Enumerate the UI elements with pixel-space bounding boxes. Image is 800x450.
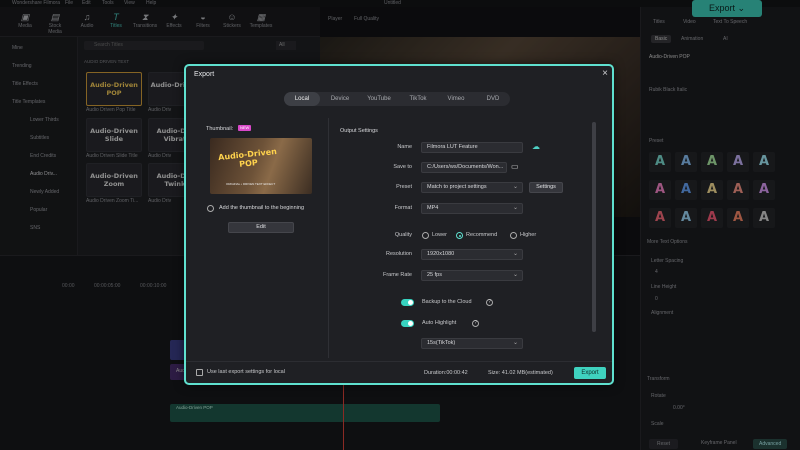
edit-button[interactable]: Edit bbox=[228, 222, 294, 233]
backup-cloud-label: Backup to the Cloud bbox=[422, 299, 472, 305]
tab-youtube[interactable]: YouTube bbox=[360, 92, 398, 106]
chevron-down-icon: ⌄ bbox=[512, 272, 518, 278]
quality-recommend-radio[interactable] bbox=[456, 232, 463, 239]
export-dialog: Export × Local Device YouTube TikTok Vim… bbox=[184, 64, 614, 385]
quality-higher-label: Higher bbox=[520, 232, 537, 238]
chevron-down-icon: ⌄ bbox=[512, 340, 518, 346]
backup-cloud-toggle[interactable] bbox=[401, 299, 414, 306]
format-label: Format bbox=[394, 205, 412, 211]
duration-text: Duration:00:00:42 bbox=[424, 370, 468, 376]
thumbnail-title: Audio-Driven POP bbox=[217, 146, 278, 169]
name-input[interactable]: Filmora LUT Feature bbox=[421, 142, 523, 153]
frame-rate-dropdown[interactable]: 25 fps ⌄ bbox=[421, 270, 523, 281]
thumbnail-subtitle: ORIGINAL • DRIVEN TEXT EFFECT bbox=[226, 182, 276, 186]
resolution-label: Resolution bbox=[386, 251, 412, 257]
help-icon[interactable]: ? bbox=[472, 320, 479, 327]
cloud-icon[interactable]: ☁ bbox=[532, 142, 540, 151]
auto-highlight-label: Auto Highlight bbox=[422, 320, 457, 326]
add-thumbnail-label: Add the thumbnail to the beginning bbox=[219, 205, 305, 211]
quality-label: Quality bbox=[394, 232, 412, 238]
name-label: Name bbox=[397, 144, 412, 150]
export-tabs: Local Device YouTube TikTok Vimeo DVD bbox=[284, 92, 510, 106]
tab-dvd[interactable]: DVD bbox=[476, 92, 510, 106]
quality-higher-radio[interactable] bbox=[510, 232, 517, 239]
resolution-dropdown[interactable]: 1920x1080 ⌄ bbox=[421, 249, 523, 260]
export-button[interactable]: Export bbox=[574, 367, 606, 379]
thumbnail-image[interactable]: Audio-Driven POP ORIGINAL • DRIVEN TEXT … bbox=[210, 138, 312, 194]
tab-vimeo[interactable]: Vimeo bbox=[438, 92, 474, 106]
settings-scrollbar[interactable] bbox=[592, 122, 596, 332]
add-thumbnail-radio[interactable] bbox=[207, 205, 214, 212]
size-text: Size: 41.02 MB(estimated) bbox=[488, 370, 553, 376]
pane-divider bbox=[328, 118, 329, 358]
tab-device[interactable]: Device bbox=[322, 92, 358, 106]
chevron-down-icon: ⌄ bbox=[512, 205, 518, 211]
output-settings-heading: Output Settings bbox=[340, 128, 378, 134]
auto-highlight-toggle[interactable] bbox=[401, 320, 414, 327]
new-badge: NEW bbox=[238, 125, 252, 131]
format-dropdown[interactable]: MP4 ⌄ bbox=[421, 203, 523, 214]
preset-label: Preset bbox=[396, 184, 412, 190]
frame-rate-label: Frame Rate bbox=[382, 272, 412, 278]
use-last-settings-label: Use last export settings for local bbox=[207, 369, 285, 375]
quality-lower-radio[interactable] bbox=[422, 232, 429, 239]
settings-button[interactable]: Settings bbox=[529, 182, 563, 193]
quality-recommend-label: Recommend bbox=[466, 232, 498, 238]
preset-dropdown[interactable]: Match to project settings ⌄ bbox=[421, 182, 523, 193]
save-to-label: Save to bbox=[393, 164, 412, 170]
thumbnail-label: Thumbnail: bbox=[206, 126, 234, 132]
use-last-settings-checkbox[interactable] bbox=[196, 369, 203, 376]
chevron-down-icon: ⌄ bbox=[512, 184, 518, 190]
tab-local[interactable]: Local bbox=[284, 92, 320, 106]
chevron-down-icon: ⌄ bbox=[512, 251, 518, 257]
dialog-title: Export bbox=[194, 71, 215, 78]
folder-icon[interactable]: ▭ bbox=[511, 162, 519, 171]
save-to-input[interactable]: C:/Users/ws/Documents/Won... bbox=[421, 162, 507, 173]
tab-tiktok[interactable]: TikTok bbox=[400, 92, 436, 106]
highlight-duration-dropdown[interactable]: 15s(TikTok) ⌄ bbox=[421, 338, 523, 349]
quality-lower-label: Lower bbox=[432, 232, 447, 238]
help-icon[interactable]: ? bbox=[486, 299, 493, 306]
close-icon[interactable]: × bbox=[600, 68, 610, 79]
